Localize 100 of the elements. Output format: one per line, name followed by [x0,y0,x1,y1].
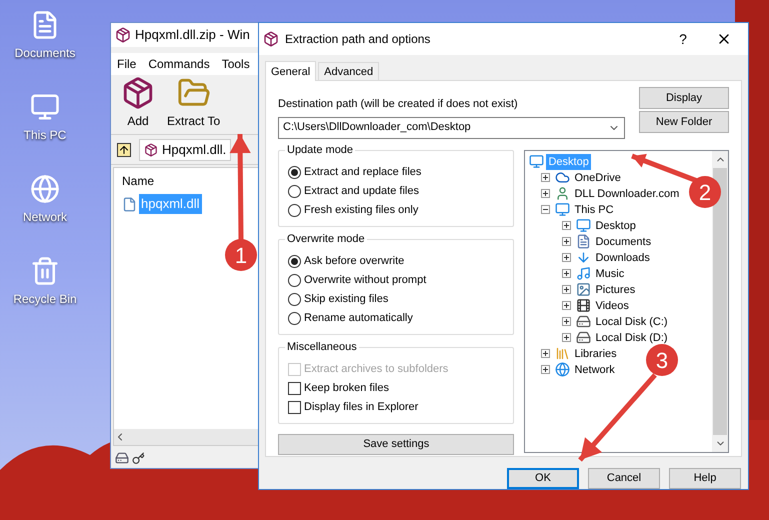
expand-toggle[interactable] [562,285,572,294]
tab[interactable]: Advanced [318,62,380,80]
tree-item[interactable]: Music [593,266,626,282]
tree-item[interactable]: DLL Downloader.com [572,186,682,202]
dialog-title: Extraction path and options [285,31,432,48]
option-label: Extract and update files [304,184,419,199]
option-label: Extract archives to subfolders [304,362,448,377]
drive-icon [576,314,592,329]
help-button[interactable]: ? [668,28,698,50]
dialog-button[interactable]: Cancel [588,468,660,489]
menu-item[interactable]: Tools [222,55,250,73]
tree-item[interactable]: Downloads [593,250,652,266]
music-note-icon [576,266,592,281]
package-icon [144,142,158,156]
drive-icon [115,451,129,465]
monitor-icon [576,218,592,233]
expand-toggle[interactable] [562,317,572,326]
radio-button[interactable] [288,292,301,306]
tree-item[interactable]: Network [572,362,617,378]
radio-option[interactable]: Extract and replace files [288,162,504,182]
picture-icon [576,282,592,297]
expand-toggle[interactable] [562,269,572,278]
checkbox-option[interactable]: Display files in Explorer [288,398,504,416]
toolbar-button[interactable]: Extract To [167,76,220,130]
monitor-icon [30,92,60,122]
radio-button[interactable] [288,184,301,198]
radio-button[interactable] [288,204,301,216]
option-label: Fresh existing files only [304,202,418,218]
numbered-callout: 1 [225,134,257,271]
expand-toggle[interactable] [541,189,550,198]
package-icon [121,76,155,110]
action-button[interactable]: New Folder [639,111,729,133]
down-arrow-icon [576,250,592,265]
radio-option[interactable]: Skip existing files [288,290,504,308]
drive-icon [576,330,592,345]
radio-button[interactable] [288,254,301,268]
tree-item[interactable]: This PC [572,202,616,218]
tree-item[interactable]: Videos [593,298,631,314]
document-icon [576,234,592,249]
group-title: Update mode [285,142,356,158]
radio-option[interactable]: Rename automatically [288,308,504,328]
radio-option[interactable]: Overwrite without prompt [288,270,504,290]
expand-toggle[interactable] [541,205,550,214]
person-icon [555,186,570,201]
option-label: Overwrite without prompt [304,272,426,288]
expand-toggle[interactable] [562,237,572,246]
menu-item[interactable]: File [117,55,136,73]
expand-toggle[interactable] [541,349,550,358]
tree-item[interactable]: Documents [593,234,654,250]
option-label: Ask before overwrite [304,254,404,269]
radio-button[interactable] [288,274,301,286]
path-field[interactable]: Hpqxml.dll. [139,138,232,160]
tree-item[interactable]: Local Disk (D:) [593,330,670,346]
radio-button[interactable] [288,166,301,178]
library-icon [555,346,570,361]
film-icon [576,298,592,313]
option-label: Extract and replace files [304,164,422,180]
expand-toggle[interactable] [562,333,572,342]
tab[interactable]: General [265,61,316,81]
radio-button[interactable] [288,312,301,324]
expand-toggle[interactable] [541,173,550,182]
tree-item[interactable]: Desktop [593,218,638,234]
menu-item[interactable]: Commands [148,55,210,73]
dialog-button[interactable]: OK [507,468,579,489]
package-icon [263,31,279,47]
radio-option[interactable]: Extract and update files [288,182,504,200]
checkbox-option[interactable]: Keep broken files [288,378,504,398]
tree-item[interactable]: Local Disk (C:) [593,314,670,330]
expand-toggle[interactable] [562,253,572,262]
expand-toggle[interactable] [541,365,550,374]
save-settings-button[interactable]: Save settings [278,434,514,454]
field-label: Destination path (will be created if does not exist) [278,97,519,112]
window-title: Hpqxml.dll.zip - Win [135,26,250,44]
option-label: Skip existing files [304,292,388,307]
tree-item[interactable]: Libraries [572,346,619,362]
path-combo-box[interactable]: C:\Users\DllDownloader_com\Desktop [278,116,625,138]
tree-item[interactable]: Pictures [593,282,638,298]
toolbar-button[interactable]: Add [121,76,155,130]
column-header[interactable]: Name [122,172,154,190]
option-label: Rename automatically [304,310,413,326]
checkbox[interactable] [288,382,301,394]
globe-icon [555,362,570,377]
expand-toggle[interactable] [562,221,572,230]
option-label: Display files in Explorer [304,400,418,415]
vertical-scrollbar[interactable] [712,150,728,452]
tree-item[interactable]: OneDrive [572,170,623,186]
key-icon [132,452,145,464]
option-label: Keep broken files [304,380,389,396]
checkbox[interactable] [288,400,301,414]
package-icon [115,27,131,43]
dialog-button[interactable]: Help [669,468,741,489]
trash-bin-icon [30,256,60,286]
file-icon [122,196,137,212]
monitor-icon [529,154,544,169]
action-button[interactable]: Display [639,87,729,109]
radio-option[interactable]: Fresh existing files only [288,200,504,220]
expand-toggle[interactable] [562,301,572,310]
monitor-icon [555,202,570,217]
globe-icon [30,174,60,204]
radio-option[interactable]: Ask before overwrite [288,252,504,270]
